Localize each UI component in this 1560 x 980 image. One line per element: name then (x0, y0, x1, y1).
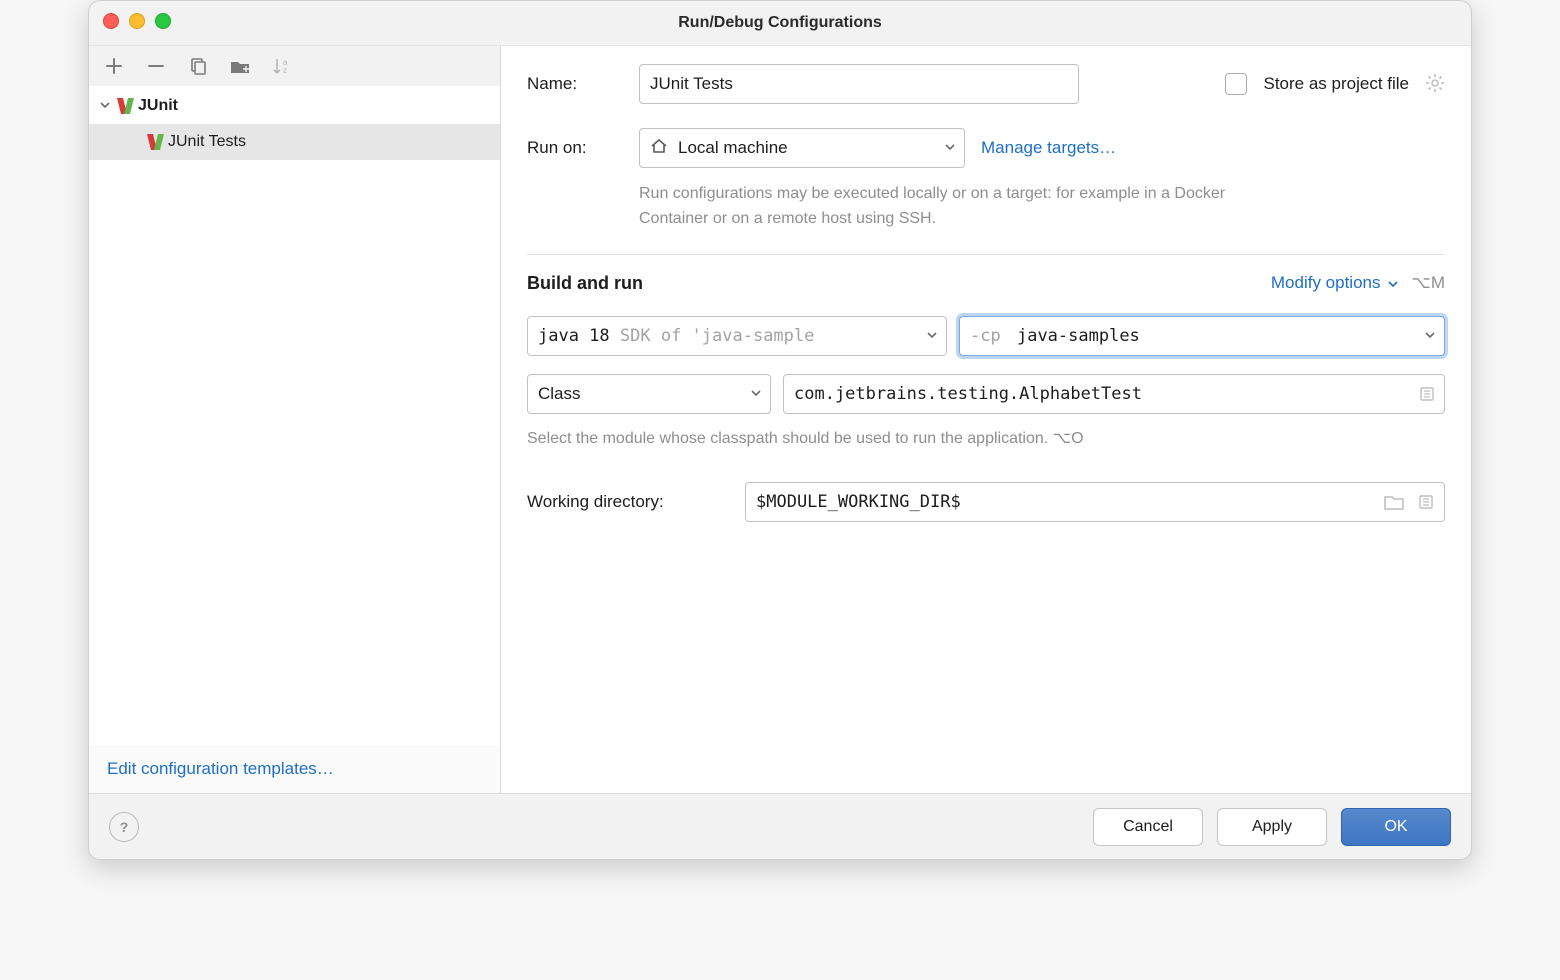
add-configuration-icon[interactable] (103, 55, 125, 77)
store-as-project-file-checkbox[interactable] (1225, 73, 1247, 95)
working-directory-label: Working directory: (527, 492, 727, 512)
modify-options-link[interactable]: Modify options (1271, 273, 1399, 293)
classpath-hint: Select the module whose classpath should… (527, 428, 1445, 448)
modify-options-label: Modify options (1271, 273, 1381, 292)
zoom-window-icon[interactable] (155, 13, 171, 29)
tree-node-junit[interactable]: JUnit (89, 88, 500, 124)
dialog-title: Run/Debug Configurations (678, 14, 882, 32)
test-kind-value: Class (538, 384, 740, 404)
expand-editor-icon[interactable] (1417, 384, 1437, 404)
jdk-name: java 18 (538, 326, 610, 346)
name-input[interactable] (639, 64, 1079, 104)
run-on-value: Local machine (678, 138, 934, 158)
window-controls (103, 13, 171, 29)
name-label: Name: (527, 74, 623, 94)
working-directory-field (745, 482, 1445, 522)
chevron-down-icon (1424, 326, 1436, 346)
configuration-form: Name: Store as project file Run on: Loca… (501, 46, 1471, 793)
ok-button[interactable]: OK (1341, 808, 1451, 846)
section-title: Build and run (527, 273, 643, 294)
configurations-sidebar: az JUnit JUnit Tests Edit configuration … (89, 46, 501, 793)
jdk-select[interactable]: java 18 SDK of 'java-sample (527, 316, 947, 356)
jdk-desc: SDK of 'java-sample (620, 326, 814, 346)
sidebar-toolbar: az (89, 46, 500, 86)
test-class-field (783, 374, 1445, 414)
cancel-button[interactable]: Cancel (1093, 808, 1203, 846)
dialog-body: az JUnit JUnit Tests Edit configuration … (89, 45, 1471, 793)
svg-text:z: z (283, 66, 287, 75)
sort-alphabetically-icon[interactable]: az (271, 55, 293, 77)
classpath-prefix: -cp (970, 326, 1001, 346)
modify-options-shortcut: ⌥M (1411, 273, 1445, 293)
classpath-value: java-samples (1017, 326, 1140, 346)
edit-templates-link[interactable]: Edit configuration templates… (89, 745, 500, 793)
working-directory-row: Working directory: (527, 482, 1445, 522)
dialog-footer: ? Cancel Apply OK (89, 793, 1471, 859)
apply-button[interactable]: Apply (1217, 808, 1327, 846)
build-and-run-header: Build and run Modify options ⌥M (527, 273, 1445, 294)
working-directory-trailing-icons (1383, 491, 1437, 513)
close-window-icon[interactable] (103, 13, 119, 29)
junit-icon (119, 98, 132, 114)
chevron-down-icon (97, 98, 113, 114)
remove-configuration-icon[interactable] (145, 55, 167, 77)
expand-editor-icon[interactable] (1415, 491, 1437, 513)
run-on-hint: Run configurations may be executed local… (639, 182, 1289, 232)
test-kind-select[interactable]: Class (527, 374, 771, 414)
working-directory-input[interactable] (745, 482, 1445, 522)
run-on-label: Run on: (527, 138, 623, 158)
save-template-icon[interactable] (229, 55, 251, 77)
manage-targets-link[interactable]: Manage targets… (981, 138, 1116, 158)
configurations-tree: JUnit JUnit Tests (89, 86, 500, 745)
minimize-window-icon[interactable] (129, 13, 145, 29)
tree-node-label: JUnit Tests (168, 133, 246, 151)
name-row: Name: Store as project file (527, 64, 1445, 104)
home-icon (650, 137, 668, 160)
test-kind-row: Class (527, 374, 1445, 414)
copy-configuration-icon[interactable] (187, 55, 209, 77)
gear-icon[interactable] (1425, 73, 1445, 96)
jdk-classpath-row: java 18 SDK of 'java-sample -cp java-sam… (527, 316, 1445, 356)
tree-node-label: JUnit (138, 97, 178, 115)
help-icon[interactable]: ? (109, 812, 139, 842)
chevron-down-icon (944, 138, 956, 158)
titlebar: Run/Debug Configurations (89, 1, 1471, 45)
classpath-select[interactable]: -cp java-samples (959, 316, 1445, 356)
section-divider (527, 254, 1445, 255)
run-on-row: Run on: Local machine Manage targets… (527, 128, 1445, 168)
tree-node-junit-tests[interactable]: JUnit Tests (89, 124, 500, 160)
chevron-down-icon (750, 384, 762, 404)
run-debug-configurations-dialog: Run/Debug Configurations az (88, 0, 1472, 860)
folder-icon[interactable] (1383, 491, 1405, 513)
junit-icon (149, 134, 162, 150)
test-class-input[interactable] (783, 374, 1445, 414)
store-as-project-file-label: Store as project file (1263, 74, 1409, 94)
chevron-down-icon (926, 326, 938, 346)
run-on-select[interactable]: Local machine (639, 128, 965, 168)
